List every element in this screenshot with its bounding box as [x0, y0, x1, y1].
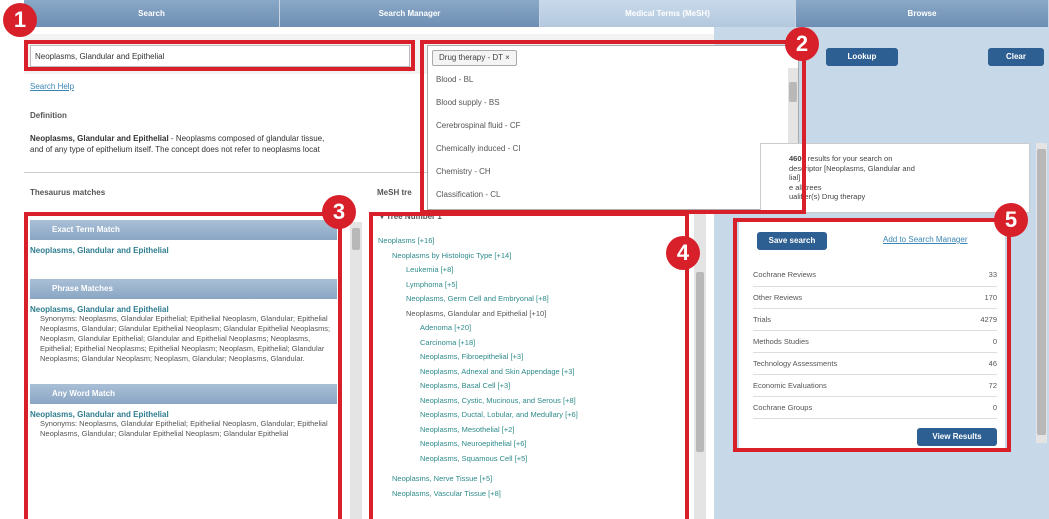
right-scroll-thumb[interactable]: [1037, 149, 1046, 435]
highlight-box-5: [733, 218, 1011, 452]
highlight-box-4: [369, 212, 689, 519]
highlight-box-2: [420, 40, 806, 214]
tab-browse[interactable]: Browse: [796, 0, 1049, 27]
badge-5: 5: [994, 203, 1028, 237]
mesh-tree-heading: MeSH tre: [377, 188, 412, 197]
thesaurus-heading: Thesaurus matches: [30, 188, 106, 197]
right-scrollbar[interactable]: [1036, 143, 1047, 443]
thesaurus-scroll-thumb[interactable]: [352, 228, 360, 250]
tab-search-manager[interactable]: Search Manager: [280, 0, 540, 27]
tab-medical-terms[interactable]: Medical Terms (MeSH): [540, 0, 796, 27]
badge-2: 2: [785, 27, 819, 61]
divider: [24, 172, 436, 173]
highlight-box-3: [24, 212, 342, 519]
search-help-link[interactable]: Search Help: [30, 82, 74, 91]
definition-term: Neoplasms, Glandular and Epithelial: [30, 134, 169, 143]
highlight-box-1: [24, 40, 415, 71]
thesaurus-scrollbar[interactable]: [350, 222, 362, 519]
badge-1: 1: [3, 3, 37, 37]
clear-button[interactable]: Clear: [988, 48, 1044, 66]
tree-scroll-thumb[interactable]: [696, 272, 704, 452]
results-info-text: 4600 results for your search on descript…: [789, 154, 915, 201]
definition-line2: and of any type of epithelium itself. Th…: [30, 145, 320, 154]
badge-4: 4: [666, 236, 700, 270]
definition-heading: Definition: [30, 111, 67, 120]
definition-line1: - Neoplasms composed of glandular tissue…: [168, 134, 325, 143]
tab-bar: Search Search Manager Medical Terms (MeS…: [24, 0, 1049, 27]
tab-search[interactable]: Search: [24, 0, 280, 27]
definition-text: Neoplasms, Glandular and Epithelial - Ne…: [30, 133, 430, 155]
badge-3: 3: [322, 195, 356, 229]
lookup-button[interactable]: Lookup: [826, 48, 898, 66]
